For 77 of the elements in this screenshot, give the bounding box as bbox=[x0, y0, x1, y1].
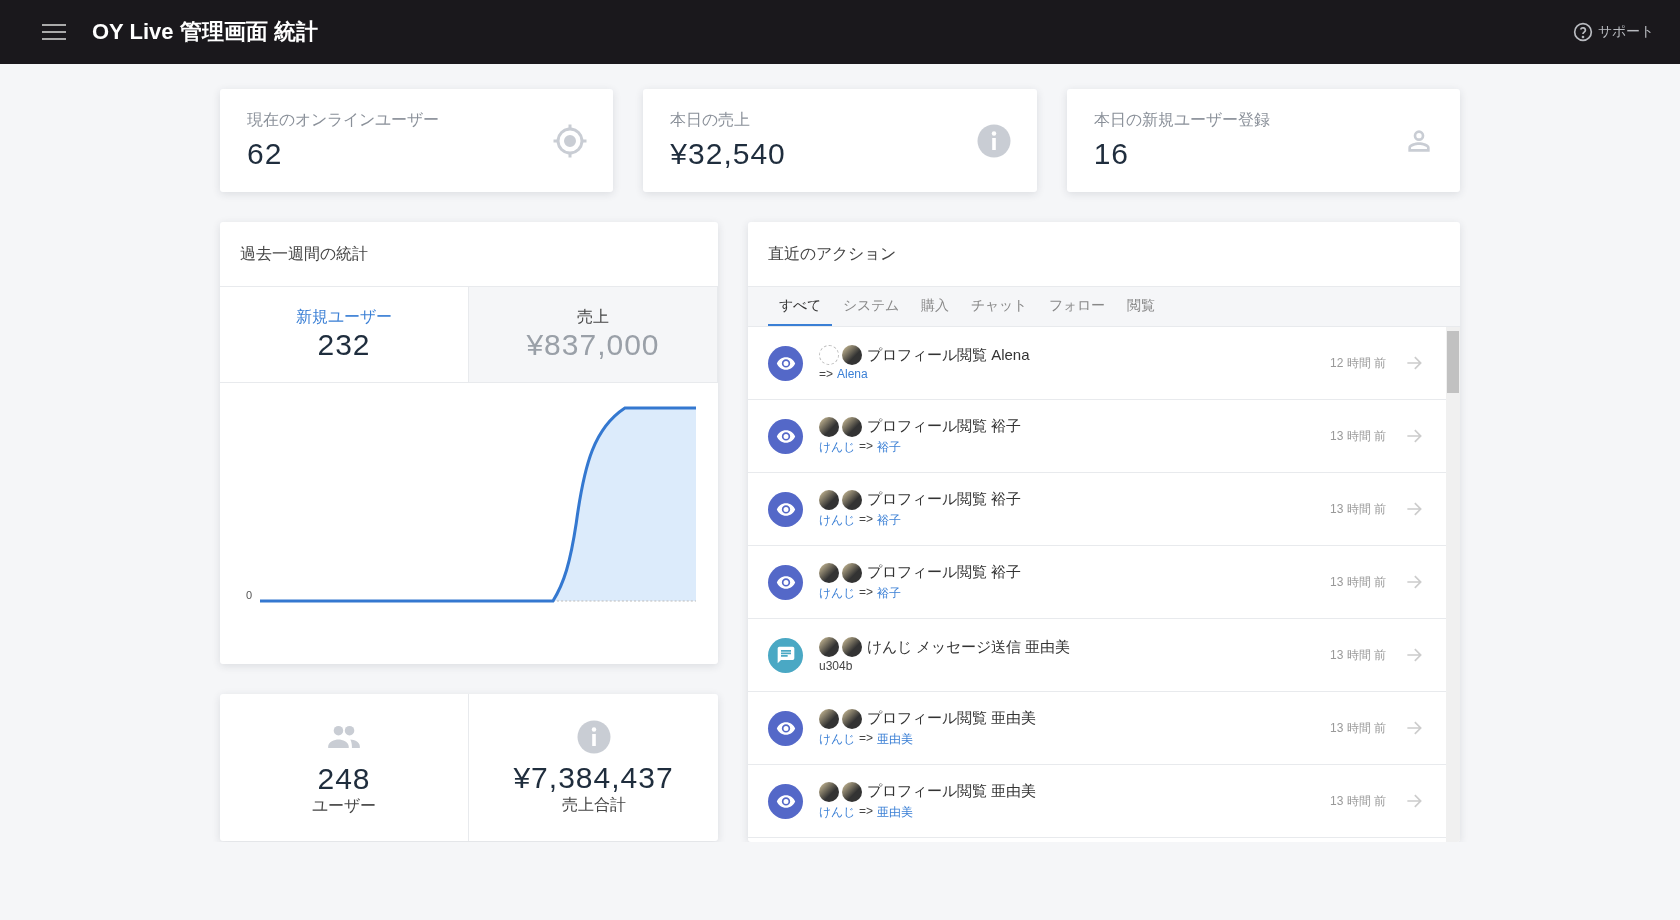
arrow-text: => bbox=[859, 584, 873, 601]
action-title: プロフィール閲覧 亜由美 bbox=[867, 709, 1037, 728]
total-label: ユーザー bbox=[312, 796, 376, 816]
action-row[interactable]: プロフィール閲覧 裕子 けんじ => 裕子 13 時間 前 bbox=[748, 400, 1446, 473]
metric-tab[interactable]: 新規ユーザー 232 bbox=[220, 287, 469, 382]
eye-icon bbox=[768, 564, 803, 600]
user-link[interactable]: けんじ bbox=[819, 730, 855, 748]
user-link[interactable]: けんじ bbox=[819, 803, 855, 821]
time-ago: 13 時間 前 bbox=[1330, 792, 1386, 810]
user-link[interactable]: けんじ bbox=[819, 584, 855, 602]
total-value: ¥7,384,437 bbox=[513, 761, 674, 795]
stat-value: 16 bbox=[1093, 137, 1131, 171]
time-ago: 13 時間 前 bbox=[1330, 427, 1386, 445]
eye-icon bbox=[768, 491, 803, 527]
action-row[interactable]: プロフィール閲覧 裕子 けんじ => 裕子 13 時間 前 bbox=[748, 546, 1446, 619]
eye-icon bbox=[768, 710, 803, 746]
eye-icon bbox=[768, 345, 803, 381]
action-title: プロフィール閲覧 裕子 bbox=[867, 417, 1022, 436]
metric-tab[interactable]: 売上 ¥837,000 bbox=[469, 287, 718, 382]
filter-tab[interactable]: チャット bbox=[960, 287, 1038, 326]
action-row[interactable]: プロフィール閲覧 亜由美 けんじ => 亜由美 13 時間 前 bbox=[748, 765, 1446, 838]
action-row[interactable]: けんじ メッセージ送信 亜由美 u304b 13 時間 前 bbox=[748, 619, 1446, 692]
stat-label: 本日の売上 bbox=[670, 110, 752, 130]
stat-label: 現在のオンラインユーザー bbox=[247, 110, 439, 130]
info-icon bbox=[575, 719, 612, 755]
stat-value: ¥32,540 bbox=[670, 137, 786, 171]
target-icon bbox=[552, 122, 589, 159]
action-title: プロフィール閲覧 亜由美 bbox=[867, 782, 1037, 801]
info-icon bbox=[975, 122, 1012, 159]
axis-label: 0 bbox=[246, 589, 253, 601]
arrow-text: => bbox=[819, 367, 833, 381]
scrollbar[interactable] bbox=[1446, 327, 1460, 842]
user-link[interactable]: 亜由美 bbox=[877, 803, 913, 821]
action-title: プロフィール閲覧 裕子 bbox=[867, 490, 1022, 509]
action-title: けんじ メッセージ送信 亜由美 bbox=[867, 637, 1071, 657]
user-link[interactable]: Alena bbox=[837, 367, 868, 381]
user-link[interactable]: けんじ bbox=[819, 438, 855, 456]
arrow-text: => bbox=[859, 438, 873, 455]
total-value: 248 bbox=[317, 762, 371, 796]
help-icon bbox=[1573, 22, 1593, 42]
chat-icon bbox=[768, 637, 803, 673]
time-ago: 13 時間 前 bbox=[1330, 500, 1386, 518]
menu-icon[interactable] bbox=[42, 22, 66, 42]
time-ago: 13 時間 前 bbox=[1330, 573, 1386, 591]
stat-value: 62 bbox=[247, 137, 284, 171]
filter-tab[interactable]: システム bbox=[832, 287, 910, 326]
arrow-text: => bbox=[859, 730, 873, 747]
action-row[interactable]: プロフィール閲覧 裕子 けんじ => 裕子 13 時間 前 bbox=[748, 473, 1446, 546]
arrow-text: => bbox=[859, 511, 873, 528]
action-title: プロフィール閲覧 Alena bbox=[867, 345, 1030, 365]
metric-value: 232 bbox=[317, 328, 371, 362]
user-link[interactable]: けんじ bbox=[819, 511, 855, 529]
time-ago: 13 時間 前 bbox=[1330, 646, 1386, 664]
user-link[interactable]: 裕子 bbox=[877, 511, 901, 529]
filter-tab[interactable]: 購入 bbox=[910, 287, 960, 326]
user-link[interactable]: 亜由美 bbox=[877, 730, 913, 748]
action-row[interactable]: プロフィール閲覧 亜由美 けんじ => 亜由美 13 時間 前 bbox=[748, 692, 1446, 765]
stat-label: 本日の新規ユーザー登録 bbox=[1093, 110, 1270, 130]
time-ago: 13 時間 前 bbox=[1330, 719, 1386, 737]
total-label: 売上合計 bbox=[561, 795, 626, 815]
time-ago: 12 時間 前 bbox=[1330, 354, 1386, 372]
metric-label: 売上 bbox=[577, 307, 609, 327]
eye-icon bbox=[768, 418, 803, 454]
action-row[interactable]: プロフィール閲覧 Alena => Alena 12 時間 前 bbox=[748, 327, 1446, 400]
filter-tab[interactable]: フォロー bbox=[1038, 287, 1116, 326]
user-link[interactable]: 裕子 bbox=[877, 438, 901, 456]
eye-icon bbox=[768, 783, 803, 819]
metric-value: ¥837,000 bbox=[526, 328, 660, 362]
metric-label: 新規ユーザー bbox=[296, 307, 392, 327]
filter-tab[interactable]: 閲覧 bbox=[1116, 287, 1166, 326]
arrow-text: => bbox=[859, 803, 873, 820]
action-title: プロフィール閲覧 裕子 bbox=[867, 563, 1022, 582]
page-title: OY Live 管理画面 統計 bbox=[92, 18, 319, 46]
filter-tab[interactable]: すべて bbox=[768, 287, 832, 326]
message-text: u304b bbox=[819, 659, 853, 673]
support-link[interactable]: サポート bbox=[1573, 22, 1654, 42]
user-link[interactable]: 裕子 bbox=[877, 584, 901, 602]
